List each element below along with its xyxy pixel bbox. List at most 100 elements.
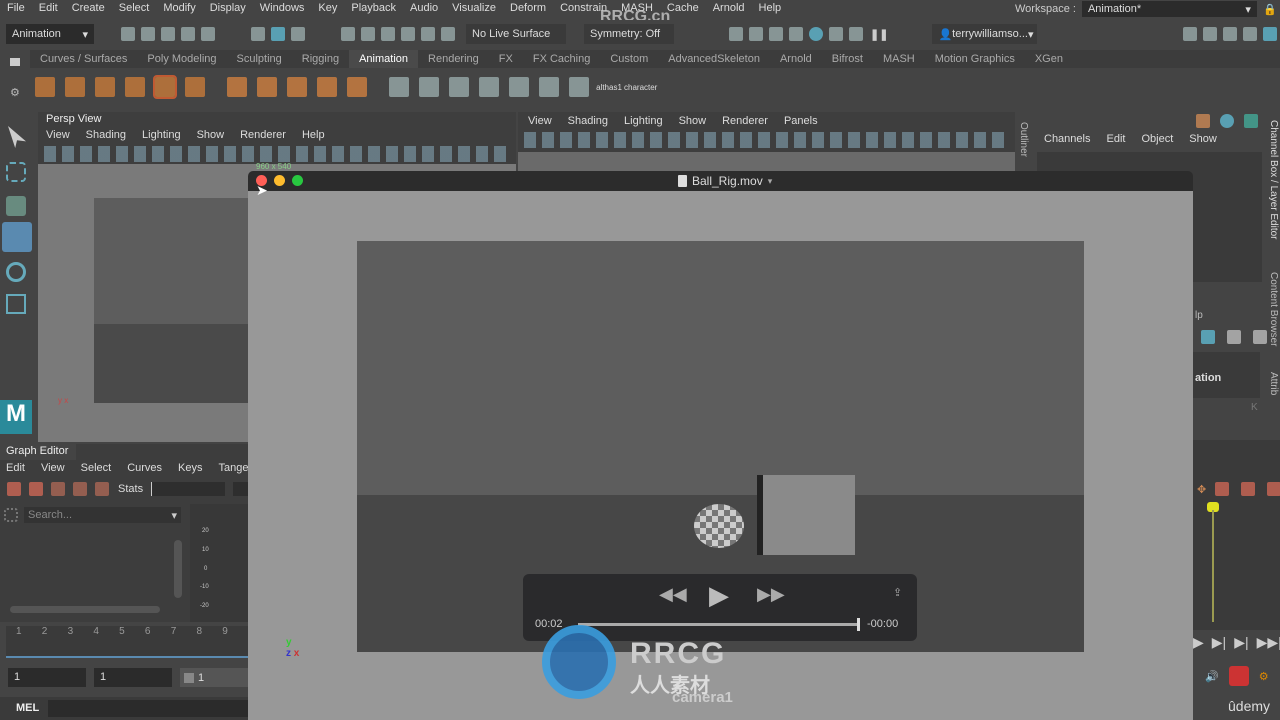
menu-modify[interactable]: Modify bbox=[156, 2, 202, 14]
retime-tool-icon[interactable] bbox=[95, 482, 109, 496]
pause-icon[interactable]: ❚❚ bbox=[870, 28, 888, 41]
modeling-toolkit-icon[interactable] bbox=[1183, 27, 1197, 41]
outliner-tab[interactable]: Outliner bbox=[1018, 122, 1029, 157]
menu-arnold[interactable]: Arnold bbox=[706, 2, 752, 14]
cluster-icon[interactable] bbox=[257, 77, 277, 97]
edit-icon[interactable] bbox=[1244, 114, 1258, 128]
symmetry-dropdown[interactable]: Symmetry: Off bbox=[584, 24, 674, 44]
attribute-editor-icon[interactable] bbox=[1223, 27, 1237, 41]
horizontal-scrollbar[interactable] bbox=[10, 606, 160, 613]
animation-layer-row[interactable]: ation bbox=[1193, 352, 1260, 398]
user-account-dropdown[interactable]: 👤 terrywilliamso... ▾ bbox=[932, 24, 1038, 44]
scale-constraint-icon[interactable] bbox=[419, 77, 439, 97]
shelf-menu-icon[interactable] bbox=[10, 58, 20, 66]
shelf-tab-fx-caching[interactable]: FX Caching bbox=[523, 50, 600, 68]
open-folder-icon[interactable] bbox=[141, 27, 155, 41]
persp-menu-show[interactable]: Show bbox=[189, 129, 233, 141]
motion-path-icon[interactable] bbox=[479, 77, 499, 97]
paint-select-icon[interactable] bbox=[6, 196, 26, 216]
persp-menu-shading[interactable]: Shading bbox=[78, 129, 134, 141]
undo-icon[interactable] bbox=[181, 27, 195, 41]
lock-icon[interactable]: 🔒 bbox=[1263, 3, 1277, 16]
region-tool-icon[interactable] bbox=[73, 482, 87, 496]
menu-display[interactable]: Display bbox=[203, 2, 253, 14]
menu-visualize[interactable]: Visualize bbox=[445, 2, 503, 14]
menu-deform[interactable]: Deform bbox=[503, 2, 553, 14]
menu-help[interactable]: Help bbox=[752, 2, 789, 14]
parent-constraint-icon[interactable] bbox=[389, 77, 409, 97]
scrubber-track[interactable] bbox=[578, 618, 861, 631]
menu-select[interactable]: Select bbox=[112, 2, 157, 14]
play-icon[interactable]: ▶ bbox=[709, 580, 729, 611]
layer-icon[interactable] bbox=[1201, 330, 1215, 344]
normal-constraint-icon[interactable] bbox=[539, 77, 559, 97]
attribute-editor-tab[interactable]: Attrib bbox=[1268, 372, 1279, 395]
menu-create[interactable]: Create bbox=[65, 2, 112, 14]
channel-show-menu[interactable]: Show bbox=[1181, 133, 1225, 145]
minimize-button[interactable] bbox=[274, 175, 285, 186]
sound-icon[interactable]: 🔊 bbox=[1205, 670, 1219, 683]
persp-menu-lighting[interactable]: Lighting bbox=[134, 129, 189, 141]
side-menu-lighting[interactable]: Lighting bbox=[616, 115, 671, 127]
ipr-render-icon[interactable] bbox=[769, 27, 783, 41]
rewind-icon[interactable]: ◀◀ bbox=[659, 584, 687, 605]
render-setup-icon[interactable] bbox=[829, 27, 843, 41]
mel-input[interactable] bbox=[48, 700, 248, 717]
range-handle[interactable] bbox=[184, 672, 194, 683]
shelf-tab-poly-modeling[interactable]: Poly Modeling bbox=[137, 50, 226, 68]
dope-sheet-icon[interactable] bbox=[1215, 482, 1230, 496]
quicktime-titlebar[interactable]: Ball_Rig.mov ▾ bbox=[248, 171, 1193, 191]
select-tool-icon[interactable] bbox=[8, 126, 26, 148]
channels-menu[interactable]: Channels bbox=[1036, 133, 1098, 145]
persp-panel-toolbar[interactable] bbox=[44, 146, 512, 162]
side-viewport[interactable] bbox=[518, 152, 1015, 172]
new-layer-selected-icon[interactable] bbox=[1253, 330, 1267, 344]
light-editor-icon[interactable] bbox=[849, 27, 863, 41]
new-file-icon[interactable] bbox=[121, 27, 135, 41]
shelf-settings-icon[interactable]: ⚙ bbox=[10, 86, 20, 99]
shelf-button-althas1[interactable]: althas1 bbox=[594, 83, 624, 92]
snap-center-icon[interactable] bbox=[441, 27, 455, 41]
side-menu-shading[interactable]: Shading bbox=[560, 115, 616, 127]
loop-icon[interactable] bbox=[1228, 666, 1249, 686]
ge-menu-select[interactable]: Select bbox=[73, 462, 120, 474]
set-key-icon[interactable] bbox=[153, 75, 177, 99]
preferences-runner-icon[interactable]: ⚙ bbox=[1259, 670, 1269, 683]
snap-surface-icon[interactable] bbox=[421, 27, 435, 41]
shelf-tab-curves-surfaces[interactable]: Curves / Surfaces bbox=[30, 50, 137, 68]
workspace-dropdown[interactable]: Animation* ▾ bbox=[1081, 1, 1257, 17]
live-surface-field[interactable]: No Live Surface bbox=[466, 24, 566, 44]
shelf-button-character[interactable]: character bbox=[624, 83, 657, 92]
side-menu-renderer[interactable]: Renderer bbox=[714, 115, 776, 127]
ge-menu-view[interactable]: View bbox=[33, 462, 73, 474]
share-icon[interactable]: ⇪ bbox=[893, 586, 902, 599]
select-hierarchy-icon[interactable] bbox=[251, 27, 265, 41]
joint-tool-icon[interactable] bbox=[65, 77, 85, 97]
ge-menu-edit[interactable]: Edit bbox=[0, 462, 33, 474]
persp-menu-view[interactable]: View bbox=[38, 129, 78, 141]
menu-file[interactable]: File bbox=[0, 2, 32, 14]
channel-object-menu[interactable]: Object bbox=[1133, 133, 1181, 145]
shelf-tab-motion-graphics[interactable]: Motion Graphics bbox=[925, 50, 1025, 68]
graph-view[interactable]: 20 10 0 -10 -20 bbox=[190, 504, 248, 622]
scrubber-handle[interactable] bbox=[857, 618, 861, 631]
shelf-tab-rigging[interactable]: Rigging bbox=[292, 50, 349, 68]
redo-icon[interactable] bbox=[201, 27, 215, 41]
menu-edit[interactable]: Edit bbox=[32, 2, 65, 14]
save-icon[interactable] bbox=[161, 27, 175, 41]
channel-box-toggle-icon[interactable] bbox=[1263, 27, 1277, 41]
render-settings-icon[interactable] bbox=[789, 27, 803, 41]
time-slider[interactable]: 1 2 3 4 5 6 7 8 9 bbox=[6, 626, 248, 658]
side-menu-view[interactable]: View bbox=[520, 115, 560, 127]
shelf-tab-fx[interactable]: FX bbox=[489, 50, 523, 68]
quicktime-video-area[interactable]: ◀◀ ▶ ▶▶ ⇪ 00:02 -00:00 yz x camera1 RRCG… bbox=[248, 191, 1193, 720]
orient-constraint-icon[interactable] bbox=[347, 77, 367, 97]
locator-icon[interactable] bbox=[227, 77, 247, 97]
geometry-constraint-icon[interactable] bbox=[509, 77, 529, 97]
scale-tool-icon[interactable] bbox=[6, 294, 26, 314]
menu-key[interactable]: Key bbox=[311, 2, 344, 14]
rotate-tool-icon[interactable] bbox=[6, 262, 26, 282]
snap-view-icon[interactable] bbox=[401, 27, 415, 41]
trax-icon[interactable] bbox=[1241, 482, 1256, 496]
fast-forward-icon[interactable]: ▶▶ bbox=[757, 584, 785, 605]
